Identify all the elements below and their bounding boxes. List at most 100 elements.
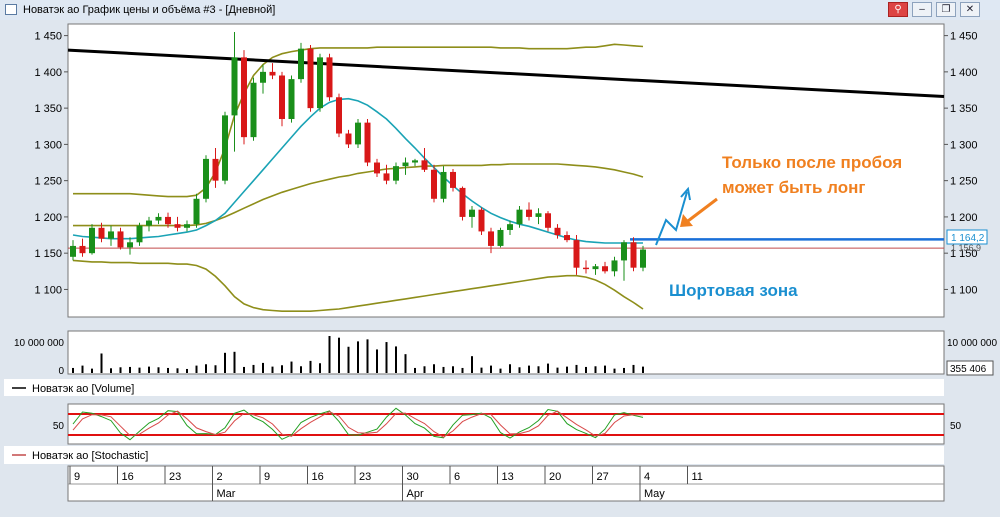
volume-bar [433,364,435,373]
volume-bar [566,366,568,373]
candle-body [136,225,143,243]
volume-bar [642,366,644,373]
candle-body [431,169,437,199]
volume-bar [461,367,464,373]
candle-body [155,216,162,221]
candle-body [307,48,314,109]
candle-body [611,260,618,272]
candle-body [326,57,333,98]
volume-bar [414,367,416,373]
volume-legend-area [4,379,944,396]
candle-body [640,249,646,268]
candle-body [98,227,105,239]
stoch-right-label-50: 50 [950,421,962,432]
candle-body [516,209,523,225]
volume-bar [157,367,160,373]
price-ytick-label-right: 1 100 [950,284,978,296]
volume-bar [395,346,397,373]
close-button[interactable]: ✕ [960,2,980,17]
candle-body [260,71,266,83]
candle-body [573,240,580,268]
volume-bar [176,368,179,373]
volume-bar [575,364,578,373]
annotation-long-line1: Только после пробоя [722,153,903,172]
volume-bar [262,362,264,373]
candle-body [402,162,409,167]
minimize-button[interactable]: – [912,2,932,17]
candle-body [393,166,399,181]
day-tick-label: 9 [74,471,80,483]
stoch-ytick-50: 50 [53,421,65,432]
last-volume-label: 355 406 [950,364,987,375]
restore-button[interactable]: ❐ [936,2,956,17]
volume-bar [205,364,207,373]
volume-bar [214,365,217,373]
candle-body [459,187,466,217]
volume-bar [385,342,388,373]
volume-bar [309,360,312,373]
volume-bar [594,366,597,373]
volume-bar [518,367,521,373]
day-tick-label: 6 [454,471,460,483]
candle-body [535,213,542,217]
volume-bar [471,356,473,373]
price-ytick-label: 1 300 [34,139,62,151]
month-tick-label: May [644,488,665,500]
candle-body [545,213,551,228]
candle-body [478,209,485,232]
candle-body [279,75,285,120]
candle-body [336,97,342,134]
volume-bar [148,366,150,373]
link-button[interactable]: ⚲ [888,2,908,17]
annotation-short-zone: Шортовая зона [669,281,798,300]
stochastic-legend-label: Новатэк ао [Stochastic] [32,450,148,462]
volume-bar [224,352,226,373]
price-volume-chart[interactable]: 1 100 1 1001 150 1 1501 200 1 2001 250 1 250… [0,20,1000,517]
volume-bar [509,364,511,373]
candle-body [127,242,133,248]
volume-bar [585,366,587,373]
candle-body [269,71,276,76]
volume-bar [186,368,188,373]
candle-body [412,160,418,163]
candle-body [374,162,380,174]
day-tick-label: 2 [217,471,223,483]
month-tick-label: Mar [217,488,236,500]
volume-bar [366,339,369,373]
candle-body [497,229,504,246]
price-ytick-label-right: 1 200 [950,212,978,224]
price-ytick-label-right: 1 350 [950,103,978,115]
volume-bar [556,367,559,373]
window-title: Новатэк ао График цены и объёма #3 - [Дн… [23,4,276,16]
volume-bar [604,365,606,373]
volume-bar [233,351,236,373]
candle-body [288,79,295,120]
volume-bar [119,367,122,373]
candle-body [70,245,76,257]
candle-body [583,267,589,270]
candle-body [222,115,228,181]
month-tick-label: Apr [407,488,424,500]
volume-bar [632,364,635,373]
stochastic-panel[interactable] [67,403,945,445]
candle-body [630,242,637,268]
candle-body [165,216,171,225]
volume-bar [423,366,426,373]
candle-body [507,224,513,230]
day-tick-label: 4 [644,471,650,483]
volume-legend-label: Новатэк ао [Volume] [32,383,134,395]
volume-bar [376,349,378,373]
volume-bar [328,336,331,373]
annotation-long-line2: может быть лонг [722,178,866,197]
candle-body [592,266,599,270]
candle-body [212,158,219,181]
volume-bar [300,366,302,373]
volume-panel[interactable] [67,330,945,375]
price-ytick-label: 1 100 [34,284,62,296]
day-tick-label: 23 [169,471,181,483]
volume-bar [347,346,350,373]
volume-bar [72,367,74,373]
volume-bar [167,367,169,373]
candle-body [564,235,570,241]
candle-body [554,227,561,236]
